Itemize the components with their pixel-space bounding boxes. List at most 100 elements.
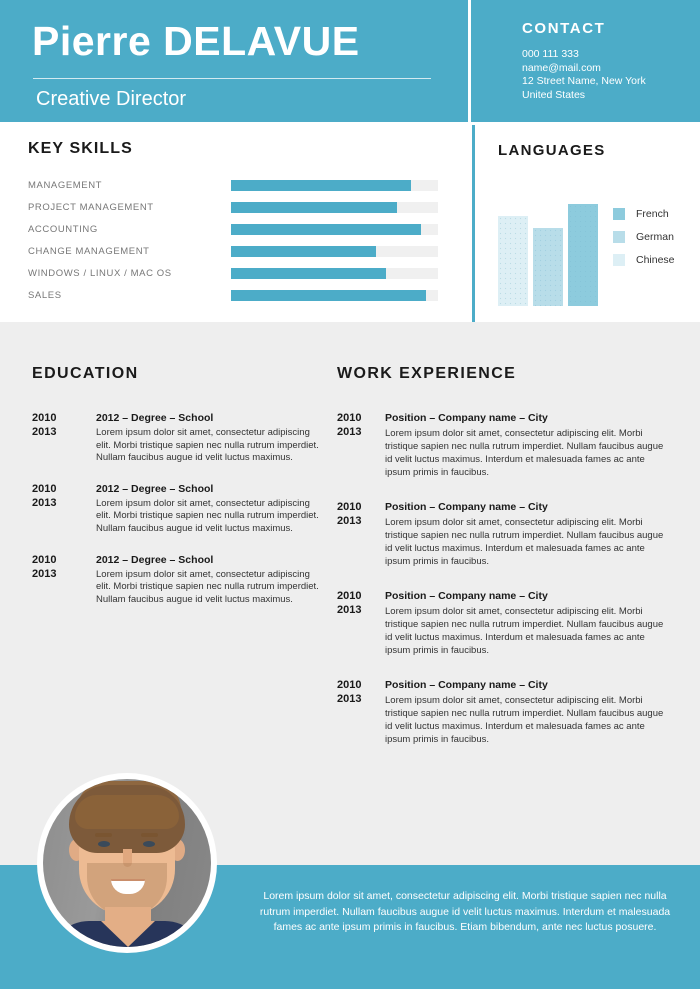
skill-bar-track	[231, 202, 438, 213]
legend-label: German	[636, 230, 674, 243]
header-divider	[468, 0, 471, 122]
entry-year-end: 2013	[337, 604, 362, 616]
header-banner: Pierre DELAVUE Creative Director CONTACT…	[0, 0, 700, 122]
entry-body: 2012 – Degree – School Lorem ipsum dolor …	[96, 411, 322, 465]
entry-body: Position – Company name – City Lorem ipsu…	[385, 500, 667, 568]
skill-label: MANAGEMENT	[28, 180, 103, 191]
timeline-entry: 2010 2013 2012 – Degree – School Lorem ipsu…	[32, 553, 322, 607]
entry-years: 2010 2013	[32, 553, 78, 581]
skill-bar-fill	[231, 290, 426, 301]
entry-title: Position – Company name – City	[385, 501, 548, 513]
skill-row: WINDOWS / LINUX / MAC OS	[28, 264, 448, 286]
skill-bar-track	[231, 290, 438, 301]
contact-title: CONTACT	[522, 20, 606, 37]
footer-text: Lorem ipsum dolor sit amet, consectetur …	[259, 890, 671, 933]
entry-description: Lorem ipsum dolor sit amet, consectetur …	[385, 517, 664, 567]
legend-swatch	[613, 230, 625, 243]
band-vertical-divider	[472, 125, 475, 322]
contact-country: United States	[522, 88, 586, 101]
skill-row: SALES	[28, 286, 448, 308]
last-name: DELAVUE	[163, 18, 360, 64]
entry-year-end: 2013	[32, 496, 57, 509]
skill-label: ACCOUNTING	[28, 224, 98, 235]
entry-description: Lorem ipsum dolor sit amet, consectetur …	[96, 427, 319, 464]
entry-title: 2012 – Degree – School	[96, 482, 214, 495]
skill-row: MANAGEMENT	[28, 176, 448, 198]
entry-body: Position – Company name – City Lorem ipsu…	[385, 678, 667, 746]
languages-legend: French German Chinese	[613, 202, 675, 271]
entry-title: Position – Company name – City	[385, 590, 548, 602]
languages-section: LANGUAGES French German Chinese	[498, 142, 693, 306]
entry-year-end: 2013	[337, 693, 362, 705]
skill-bar-track	[231, 180, 438, 191]
avatar-brow-left	[95, 833, 112, 837]
entry-years: 2010 2013	[32, 411, 78, 439]
education-section: EDUCATION 2010 2013 2012 – Degree – School…	[32, 365, 322, 623]
entry-year-start: 2010	[32, 412, 57, 424]
education-entry-list: 2010 2013 2012 – Degree – School Lorem ipsu…	[32, 411, 322, 606]
timeline-entry: 2010 2013 Position – Company name – City Lo…	[337, 411, 667, 479]
entry-body: Position – Company name – City Lorem ipsu…	[385, 589, 667, 657]
legend-swatch	[613, 207, 625, 220]
entry-title: 2012 – Degree – School	[96, 412, 214, 424]
timeline-entry: 2010 2013 2012 – Degree – School Lorem ipsu…	[32, 482, 322, 536]
languages-bars	[498, 186, 598, 306]
entry-year-start: 2010	[32, 553, 57, 566]
language-bar	[498, 216, 528, 306]
avatar	[37, 773, 217, 953]
entry-years: 2010 2013	[32, 482, 78, 510]
key-skills-title: KEY SKILLS	[28, 140, 133, 157]
entry-title: Position – Company name – City	[385, 412, 548, 424]
contact-address: 12 Street Name, New York	[522, 75, 646, 87]
skill-row: CHANGE MANAGEMENT	[28, 242, 448, 264]
entry-description: Lorem ipsum dolor sit amet, consectetur …	[96, 497, 319, 534]
skill-bar-fill	[231, 202, 397, 213]
entry-year-start: 2010	[337, 679, 362, 691]
language-bar	[568, 204, 598, 306]
entry-description: Lorem ipsum dolor sit amet, consectetur …	[385, 428, 664, 478]
header-left: Pierre DELAVUE Creative Director	[0, 0, 463, 122]
skill-label: CHANGE MANAGEMENT	[28, 246, 150, 257]
skill-bar-fill	[231, 180, 412, 191]
job-role: Creative Director	[36, 88, 187, 110]
skills-languages-band: KEY SKILLS MANAGEMENT PROJECT MANAGEMENT A…	[0, 122, 700, 322]
avatar-fringe	[75, 795, 179, 829]
skill-label: SALES	[28, 290, 62, 301]
skill-bar-track	[231, 224, 438, 235]
legend-item: Chinese	[613, 248, 675, 271]
entry-title: 2012 – Degree – School	[96, 553, 214, 566]
entry-years: 2010 2013	[337, 678, 383, 706]
work-experience-section: WORK EXPERIENCE 2010 2013 Position – Compa…	[337, 365, 667, 767]
avatar-eye-left	[98, 841, 110, 847]
entry-year-end: 2013	[32, 567, 57, 580]
skill-bar-fill	[231, 268, 387, 279]
education-title: EDUCATION	[32, 365, 139, 382]
entry-year-start: 2010	[337, 501, 362, 513]
entry-years: 2010 2013	[337, 411, 383, 439]
skill-bar-track	[231, 246, 438, 257]
entry-body: Position – Company name – City Lorem ipsu…	[385, 411, 667, 479]
entry-year-start: 2010	[337, 590, 362, 602]
work-experience-title: WORK EXPERIENCE	[337, 365, 517, 382]
legend-label: French	[636, 207, 669, 220]
skill-label: WINDOWS / LINUX / MAC OS	[28, 268, 172, 279]
entry-description: Lorem ipsum dolor sit amet, consectetur …	[96, 568, 319, 605]
avatar-eye-right	[143, 841, 155, 847]
entry-years: 2010 2013	[337, 500, 383, 528]
entry-body: 2012 – Degree – School Lorem ipsum dolor …	[96, 482, 322, 536]
resume-page: Pierre DELAVUE Creative Director CONTACT…	[0, 0, 700, 989]
contact-phone[interactable]: 000 111 333	[522, 48, 692, 62]
entry-description: Lorem ipsum dolor sit amet, consectetur …	[385, 695, 664, 745]
entry-year-start: 2010	[32, 482, 57, 495]
first-name: Pierre	[32, 18, 152, 64]
language-bar	[533, 228, 563, 306]
contact-email[interactable]: name@mail.com	[522, 62, 692, 76]
name-divider	[33, 78, 431, 79]
contact-block: CONTACT 000 111 333 name@mail.com 12 Str…	[522, 20, 692, 102]
entry-years: 2010 2013	[337, 589, 383, 617]
entry-body: 2012 – Degree – School Lorem ipsum dolor …	[96, 553, 322, 607]
entry-year-end: 2013	[337, 515, 362, 527]
skill-bar-track	[231, 268, 438, 279]
key-skills-section: KEY SKILLS MANAGEMENT PROJECT MANAGEMENT A…	[28, 140, 448, 308]
avatar-brow-right	[141, 833, 158, 837]
